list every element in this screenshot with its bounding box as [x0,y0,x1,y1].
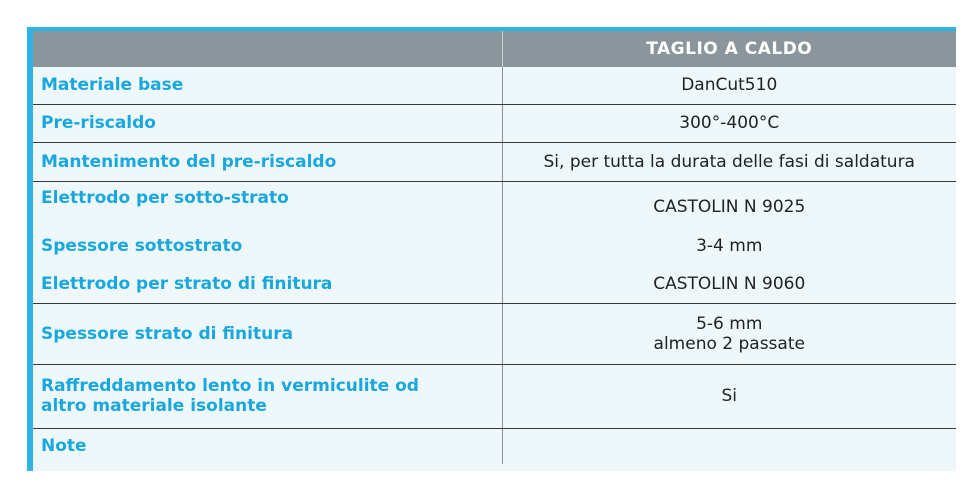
header-cell-empty [33,31,503,67]
welding-spec-table-frame: TAGLIO A CALDO Materiale base DanCut510 … [27,27,956,471]
welding-spec-table: TAGLIO A CALDO Materiale base DanCut510 … [33,31,956,464]
row-value-spessore-sottostrato: 3-4 mm [696,236,763,256]
table-row: Spessore strato di finitura 5-6 mm almen… [33,303,956,365]
row-value-mantenimento: Si, per tutta la durata delle fasi di sa… [502,142,956,182]
row-label-raffreddamento: Raffreddamento lento in vermiculite od a… [33,364,503,429]
table-row: Materiale base DanCut510 [33,67,956,105]
row-label-mantenimento: Mantenimento del pre-riscaldo [33,142,503,182]
header-cell-taglio-a-caldo: TAGLIO A CALDO [502,31,956,67]
row-value-spessore-finitura: 5-6 mm almeno 2 passate [502,303,956,365]
table-row: Note [33,428,956,464]
table-header-row: TAGLIO A CALDO [33,31,956,67]
row-label-note: Note [33,428,503,464]
row-value-note [502,428,956,464]
row-value-pre-riscaldo: 300°-400°C [502,104,956,143]
row-label-materiale-base: Materiale base [33,67,503,105]
label-line: Raffreddamento lento in vermiculite od [41,376,419,396]
label-line: altro materiale isolante [41,396,267,416]
table-row: Spessore sottostrato 3-4 mm [33,227,956,265]
table-row: Pre-riscaldo 300°-400°C [33,104,956,143]
row-label-pre-riscaldo: Pre-riscaldo [33,104,503,143]
row-label-elettrodo-finitura: Elettrodo per strato di finitura [33,265,503,304]
row-label-elettrodo-sotto-strato: Elettrodo per sotto-strato [33,181,503,227]
table-row: Elettrodo per sotto-strato CASTOLIN N 90… [33,181,956,227]
table-row: Raffreddamento lento in vermiculite od a… [33,364,956,429]
row-label-spessore-finitura: Spessore strato di finitura [33,303,503,365]
row-value-elettrodo-sotto-strato: CASTOLIN N 9025 [653,197,806,218]
table-row: Elettrodo per strato di finitura CASTOLI… [33,265,956,304]
row-value-raffreddamento: Si [502,364,956,429]
row-value-materiale-base: DanCut510 [502,67,956,105]
row-label-spessore-sottostrato: Spessore sottostrato [33,227,503,265]
table-row: Mantenimento del pre-riscaldo Si, per tu… [33,142,956,182]
value-line: almeno 2 passate [653,333,805,354]
value-line: 5-6 mm [696,313,763,334]
row-value-elettrodo-finitura: CASTOLIN N 9060 [502,265,956,304]
